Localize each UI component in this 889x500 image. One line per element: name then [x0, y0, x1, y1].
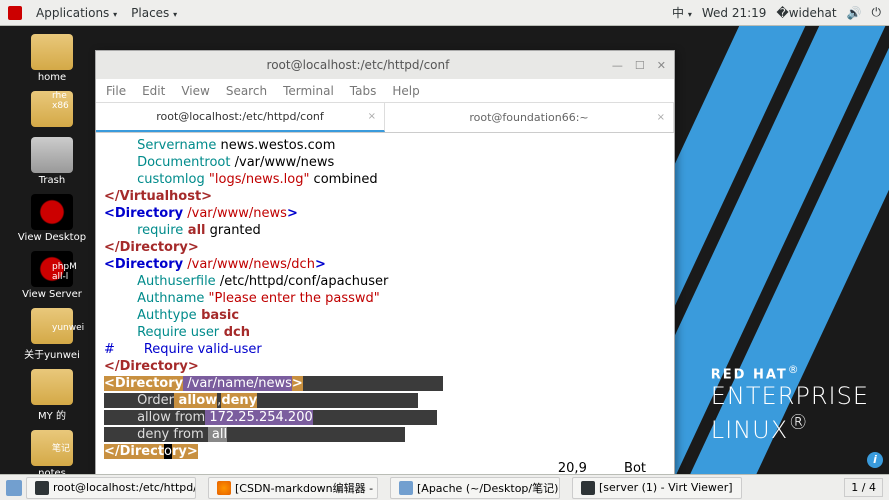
terminal-content[interactable]: Servername news.westos.com Documentroot … — [96, 133, 674, 474]
taskbar-item[interactable]: [Apache (~/Desktop/笔记) - gedit] — [390, 477, 560, 499]
volume-icon[interactable]: 🔊 — [847, 6, 862, 20]
input-method[interactable]: 中 ▾ — [672, 4, 692, 21]
desktop-icon[interactable]: rhex86 — [12, 91, 92, 129]
desktop-icon[interactable]: home — [12, 34, 92, 83]
window-title: root@localhost:/etc/httpd/conf — [104, 58, 612, 72]
menu-terminal[interactable]: Terminal — [283, 84, 334, 98]
network-icon[interactable]: �widehat — [776, 6, 836, 20]
close-button[interactable]: ✕ — [657, 59, 666, 72]
show-desktop-icon[interactable] — [6, 480, 22, 496]
places-menu[interactable]: Places ▾ — [131, 6, 177, 20]
info-icon[interactable]: i — [867, 452, 883, 468]
menu-edit[interactable]: Edit — [142, 84, 165, 98]
terminal-tab[interactable]: root@foundation66:~× — [385, 103, 674, 132]
menu-view[interactable]: View — [181, 84, 209, 98]
menu-search[interactable]: Search — [226, 84, 267, 98]
maximize-button[interactable]: ☐ — [635, 59, 645, 72]
desktop-icon[interactable]: notes笔记 — [12, 430, 92, 479]
desktop: RED HAT® ENTERPRISE LINUX® i homerhex86T… — [0, 26, 889, 474]
terminal-tab[interactable]: root@localhost:/etc/httpd/conf× — [96, 103, 385, 132]
close-tab-icon[interactable]: × — [368, 111, 376, 122]
activities-icon[interactable] — [8, 6, 22, 20]
desktop-icon[interactable]: View Desktop — [12, 194, 92, 243]
power-icon[interactable]: ⏻ — [872, 5, 882, 20]
applications-menu[interactable]: Applications ▾ — [36, 6, 117, 20]
clock[interactable]: Wed 21:19 — [702, 6, 767, 20]
bottom-panel: root@localhost:/etc/httpd/conf [CSDN-mark… — [0, 474, 889, 500]
menu-file[interactable]: File — [106, 84, 126, 98]
close-tab-icon[interactable]: × — [657, 112, 665, 123]
desktop-icon[interactable]: MY 的 — [12, 369, 92, 422]
vim-status: 20,9 Bot — [104, 460, 666, 474]
minimize-button[interactable]: — — [612, 59, 623, 72]
terminal-tabs: root@localhost:/etc/httpd/conf×root@foun… — [96, 103, 674, 133]
desktop-icons: home rhex86 Trash View Desktop View Serverph… — [12, 34, 92, 487]
menu-tabs[interactable]: Tabs — [350, 84, 377, 98]
taskbar-item[interactable]: [CSDN-markdown编辑器 - Mozill... — [208, 477, 378, 499]
terminal-window: root@localhost:/etc/httpd/conf — ☐ ✕ Fil… — [95, 50, 675, 475]
menubar: File Edit View Search Terminal Tabs Help — [96, 79, 674, 103]
taskbar-item[interactable]: [server (1) - Virt Viewer] — [572, 477, 742, 499]
menu-help[interactable]: Help — [392, 84, 419, 98]
desktop-icon[interactable]: Trash — [12, 137, 92, 186]
top-panel: Applications ▾ Places ▾ 中 ▾ Wed 21:19 �w… — [0, 0, 889, 26]
desktop-icon[interactable]: 关于yunweiyunwei — [12, 308, 92, 361]
desktop-icon[interactable]: View ServerphpMall-l — [12, 251, 92, 300]
taskbar-item[interactable]: root@localhost:/etc/httpd/conf — [26, 477, 196, 499]
workspace-indicator[interactable]: 1 / 4 — [844, 478, 883, 497]
titlebar[interactable]: root@localhost:/etc/httpd/conf — ☐ ✕ — [96, 51, 674, 79]
